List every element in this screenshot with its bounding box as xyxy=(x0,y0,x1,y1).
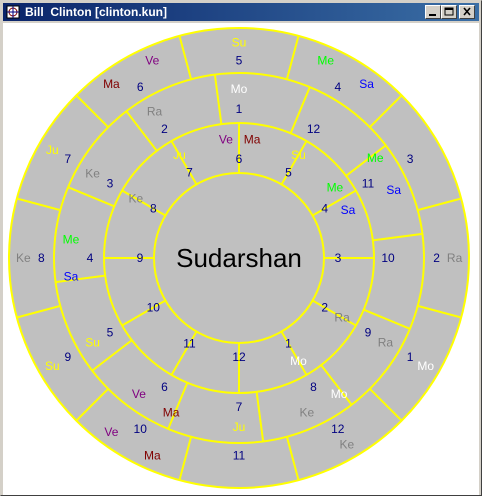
planet-sa: Sa xyxy=(64,270,79,284)
close-icon xyxy=(463,7,471,16)
inner-house-number: 7 xyxy=(186,165,193,179)
planet-ve: Ve xyxy=(219,133,233,147)
outer-house-number: 4 xyxy=(334,80,341,94)
app-icon[interactable] xyxy=(6,5,20,19)
close-button[interactable] xyxy=(459,5,475,19)
outer-house-number: 1 xyxy=(407,350,414,364)
planet-su: Su xyxy=(45,359,60,373)
outer-house-number: 10 xyxy=(134,422,148,436)
middle-house-number: 3 xyxy=(107,177,114,191)
inner-house-number: 4 xyxy=(321,202,328,216)
middle-house-number: 5 xyxy=(107,326,114,340)
outer-house-number: 5 xyxy=(236,53,243,67)
planet-su: Su xyxy=(85,336,100,350)
outer-house-number: 2 xyxy=(433,251,440,265)
planet-ju: Ju xyxy=(46,143,59,157)
planet-ju: Ju xyxy=(233,420,246,434)
inner-house-number: 1 xyxy=(285,337,292,351)
minimize-button[interactable] xyxy=(425,5,441,19)
middle-house-number: 8 xyxy=(310,380,317,394)
app-window: Bill Clinton [clinton.kun] 5 Su 4 Me Sa 3 2 Ra 1… xyxy=(0,0,482,496)
window-title: Bill Clinton [clinton.kun] xyxy=(25,5,167,19)
planet-ra: Ra xyxy=(147,105,163,119)
center-label: Sudarshan xyxy=(176,243,302,273)
middle-house-number: 11 xyxy=(362,177,375,191)
inner-house-number: 6 xyxy=(236,152,243,166)
title-bar[interactable]: Bill Clinton [clinton.kun] xyxy=(3,3,479,21)
planet-ra: Ra xyxy=(334,311,350,325)
sudarshan-chakra: 5Su4MeSa32 Ra1Mo12Ke1110MaVe9Su8Ke7Ju6MaV… xyxy=(8,27,470,489)
middle-house-number: 2 xyxy=(161,122,168,136)
outer-house-number: 8 xyxy=(38,251,45,265)
planet-ra: Ra xyxy=(447,251,463,265)
planet-sa: Sa xyxy=(341,203,356,217)
planet-mo: Mo xyxy=(331,387,348,401)
planet-me: Me xyxy=(367,151,384,165)
middle-house-number: 9 xyxy=(365,326,372,340)
planet-ve: Ve xyxy=(145,54,159,68)
inner-house-number: 5 xyxy=(285,165,292,179)
planet-me: Me xyxy=(327,181,344,195)
middle-house-number: 7 xyxy=(236,400,243,414)
planet-sa: Sa xyxy=(386,183,401,197)
planet-ma: Ma xyxy=(244,133,261,147)
maximize-button[interactable] xyxy=(441,5,457,19)
middle-house-number: 6 xyxy=(161,380,168,394)
outer-house-number: 6 xyxy=(137,80,144,94)
inner-house-number: 11 xyxy=(183,337,196,351)
planet-sa: Sa xyxy=(359,77,374,91)
inner-house-number: 12 xyxy=(232,350,246,364)
chart-area: 5 Su 4 Me Sa 3 2 Ra 1 Mo 12 Ke 11 10 Ma Ve 9 Su 8 Ke 7 Ju 6 Ma V… xyxy=(3,23,479,495)
planet-mo: Mo xyxy=(417,359,434,373)
planet-ve: Ve xyxy=(132,387,146,401)
inner-house-number: 8 xyxy=(150,202,157,216)
outer-house-number: 7 xyxy=(65,152,72,166)
planet-ke: Ke xyxy=(300,406,315,420)
inner-house-number: 3 xyxy=(335,251,342,265)
middle-house-number: 1 xyxy=(236,102,243,116)
planet-mo: Mo xyxy=(290,354,307,368)
outer-house-number: 12 xyxy=(331,422,345,436)
inner-house-number: 2 xyxy=(321,301,328,315)
minimize-icon xyxy=(429,14,436,16)
inner-house-number: 10 xyxy=(147,301,161,315)
planet-me: Me xyxy=(317,54,334,68)
middle-house-number: 12 xyxy=(307,122,321,136)
planet-ju: Ju xyxy=(173,148,186,162)
planet-su: Su xyxy=(232,35,247,49)
planet-ke: Ke xyxy=(16,251,31,265)
planet-ma: Ma xyxy=(163,406,180,420)
maximize-icon xyxy=(444,7,454,16)
planet-ra: Ra xyxy=(378,336,394,350)
planet-mo: Mo xyxy=(231,82,248,96)
planet-ve: Ve xyxy=(104,425,118,439)
planet-ke: Ke xyxy=(339,438,354,452)
planet-ma: Ma xyxy=(144,448,161,462)
planet-ke: Ke xyxy=(129,192,144,206)
outer-house-number: 3 xyxy=(407,152,414,166)
outer-house-number: 9 xyxy=(65,350,72,364)
inner-house-number: 9 xyxy=(137,251,144,265)
planet-ke: Ke xyxy=(85,167,100,181)
planet-me: Me xyxy=(63,233,80,247)
planet-ma: Ma xyxy=(103,77,120,91)
outer-house-number: 11 xyxy=(233,449,246,463)
planet-su: Su xyxy=(291,148,306,162)
middle-house-number: 10 xyxy=(381,251,395,265)
middle-house-number: 4 xyxy=(87,251,94,265)
